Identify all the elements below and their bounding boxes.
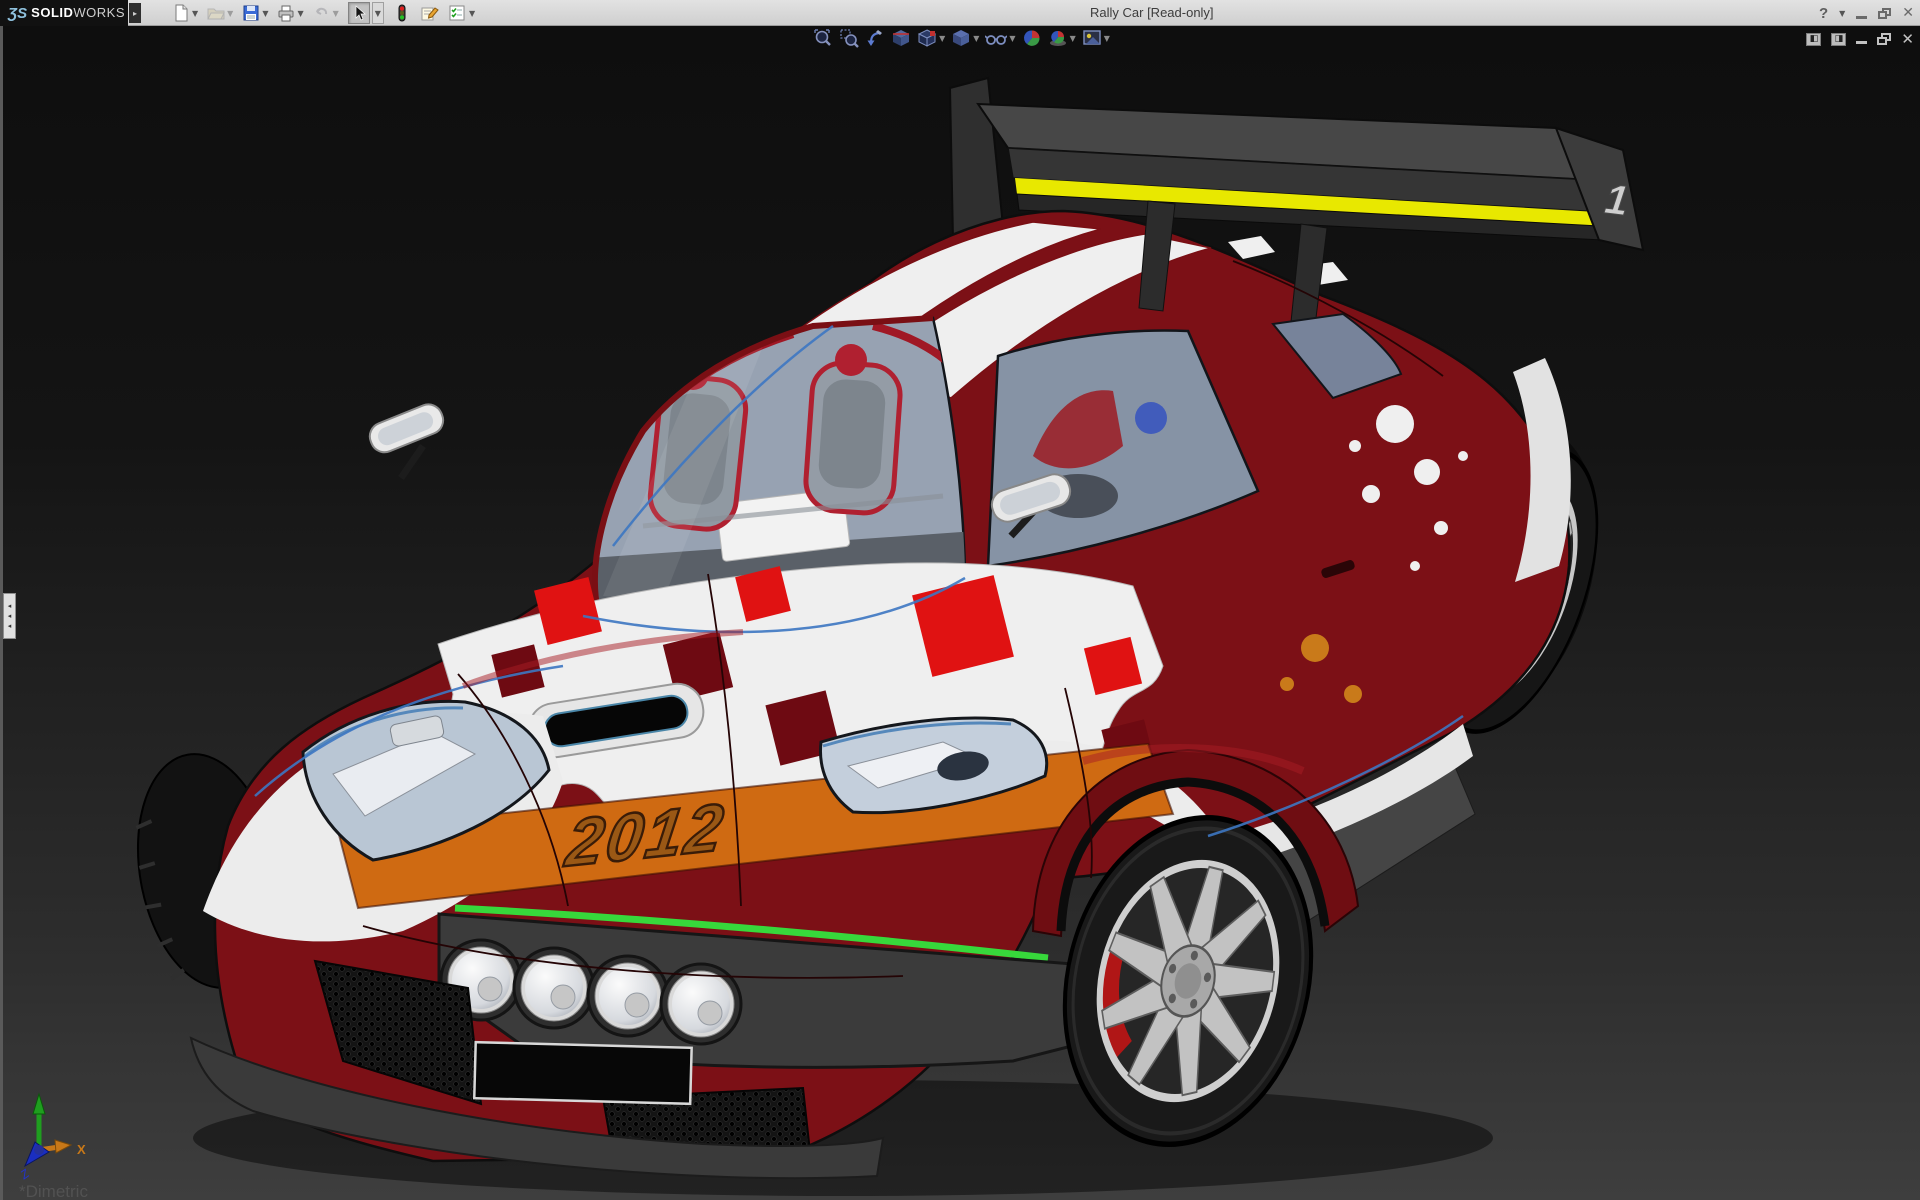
chevron-down-icon[interactable]: ▼: [1104, 34, 1110, 43]
document-window-controls: ◧ ◨ ✕: [1806, 30, 1914, 48]
new-document-button[interactable]: ▼: [172, 4, 198, 22]
previous-view-icon: [867, 30, 883, 46]
save-icon: [243, 5, 259, 21]
view-settings-icon: [1083, 30, 1101, 45]
chevron-down-icon[interactable]: ▼: [973, 34, 979, 43]
chevron-down-icon[interactable]: ▼: [262, 9, 268, 18]
orientation-triad: X Z: [17, 1092, 86, 1183]
titlebar: ƷS SOLIDWORKS ▸ ▼ ▼ ▼ ▼ ▼ ▼ ▼ Rally Car …: [0, 0, 1920, 26]
close-button[interactable]: ✕: [1902, 5, 1914, 21]
titlebar-controls: ? ▼ ✕: [1819, 0, 1914, 26]
print-button[interactable]: ▼: [277, 4, 304, 22]
chevron-down-icon[interactable]: ▼: [469, 9, 475, 18]
window-title: Rally Car [Read-only]: [1090, 5, 1214, 20]
file-properties-button[interactable]: [420, 4, 439, 22]
view-orientation-button[interactable]: ▼: [917, 28, 945, 48]
license-plate: [472, 1040, 693, 1106]
select-button[interactable]: ▼: [347, 2, 384, 24]
section-view-icon: [893, 30, 910, 46]
doc-close-button[interactable]: ✕: [1901, 30, 1914, 48]
headsup-toolbar: ▼ ▼ ▼ ▼ ▼: [3, 28, 1920, 48]
pane-left-button[interactable]: ◧: [1806, 32, 1822, 46]
chevron-down-icon[interactable]: ▼: [1070, 34, 1076, 43]
previous-view-button[interactable]: [865, 28, 885, 48]
rebuild-button[interactable]: [393, 4, 411, 22]
open-button[interactable]: ▼: [207, 4, 233, 22]
doc-restore-button[interactable]: [1877, 33, 1892, 45]
restore-button[interactable]: [1878, 7, 1892, 19]
zoom-to-area-button[interactable]: [839, 28, 859, 48]
edit-appearance-button[interactable]: [1022, 28, 1042, 48]
chevron-left-icon: ◂: [7, 621, 12, 630]
solidworks-window: { "titlebar": { "brand": {"glyph_3ds": "…: [0, 0, 1920, 1200]
print-icon: [278, 5, 294, 22]
section-view-button[interactable]: [891, 28, 911, 48]
logo-3ds-glyph: ƷS: [8, 4, 28, 22]
undo-icon: [315, 7, 327, 15]
logo-solid: SOLID: [31, 5, 74, 20]
chevron-down-icon[interactable]: ▼: [1009, 34, 1015, 43]
chevron-down-icon[interactable]: ▼: [192, 9, 198, 18]
help-button[interactable]: ?: [1819, 5, 1828, 22]
hide-show-items-button[interactable]: ▼: [985, 28, 1016, 48]
main-toolbar: ▼ ▼ ▼ ▼ ▼ ▼ ▼: [172, 0, 475, 26]
rebuild-traffic-light-icon: [398, 4, 406, 22]
display-style-button[interactable]: ▼: [951, 28, 979, 48]
logo-works: WORKS: [73, 5, 126, 20]
triad-x-label: X: [77, 1142, 86, 1157]
triad-z-label: Z: [17, 1166, 32, 1183]
chevron-left-icon: ◂: [7, 601, 12, 610]
doc-minimize-button[interactable]: [1856, 41, 1868, 44]
hide-show-items-icon: [985, 35, 1008, 45]
minimize-button[interactable]: [1856, 15, 1868, 19]
help-dropdown[interactable]: ▼: [1839, 9, 1845, 18]
graphics-viewport[interactable]: 1 2012 X Z ▼ ▼ ▼ ▼ ▼ ◧ ◨ ✕ ◂ ◂ ◂ *Dimetr…: [0, 26, 1920, 1200]
solidworks-logo: ƷS SOLIDWORKS: [0, 0, 128, 26]
pane-right-button[interactable]: ◨: [1831, 32, 1847, 46]
display-style-icon: [953, 30, 970, 46]
chevron-down-icon[interactable]: ▼: [939, 34, 945, 43]
chevron-down-icon[interactable]: ▼: [333, 9, 339, 18]
undo-button[interactable]: ▼: [313, 4, 339, 22]
select-cursor-icon: [355, 5, 366, 21]
zoom-to-fit-button[interactable]: [813, 28, 833, 48]
save-button[interactable]: ▼: [242, 4, 268, 22]
apply-scene-icon: [1049, 30, 1066, 46]
options-icon: [449, 5, 465, 21]
chevron-left-icon: ◂: [7, 611, 12, 620]
file-properties-icon: [421, 7, 439, 21]
new-document-icon: [175, 4, 188, 22]
featuremanager-expand-tab[interactable]: ◂ ◂ ◂: [3, 593, 16, 639]
select-button-pressed[interactable]: [347, 2, 370, 24]
view-orientation-label: *Dimetric: [19, 1182, 88, 1200]
view-orientation-icon: [917, 29, 937, 47]
zoom-to-area-icon: [840, 29, 859, 48]
zoom-to-fit-icon: [814, 29, 831, 46]
edit-appearance-icon: [1023, 30, 1040, 46]
select-dropdown[interactable]: ▼: [371, 2, 384, 24]
apply-scene-button[interactable]: ▼: [1048, 28, 1076, 48]
rally-car-model[interactable]: 1 2012 X Z: [3, 26, 1920, 1200]
options-button[interactable]: ▼: [448, 4, 475, 22]
chevron-down-icon[interactable]: ▼: [297, 9, 303, 18]
view-settings-button[interactable]: ▼: [1082, 28, 1110, 48]
chevron-down-icon[interactable]: ▼: [227, 9, 233, 18]
open-icon: [207, 8, 225, 20]
left-mirror[interactable]: [366, 400, 448, 480]
menu-expand-button[interactable]: ▸: [129, 3, 141, 23]
